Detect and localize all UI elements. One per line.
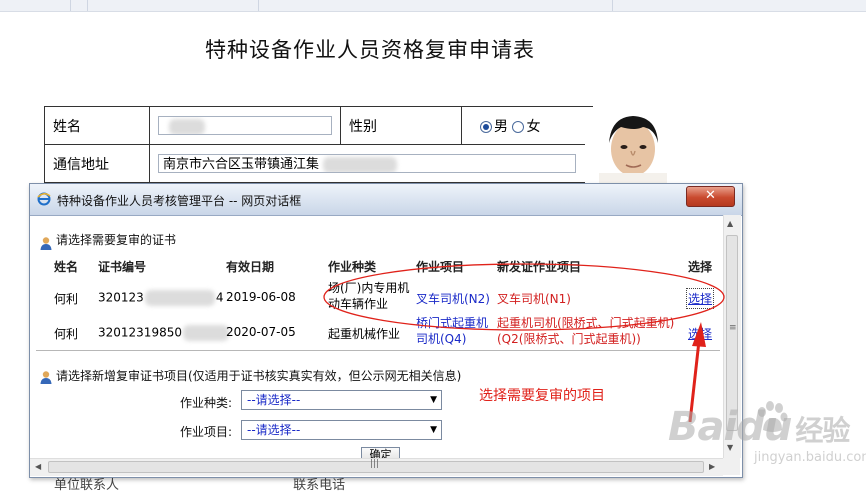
item-select-label: 作业项目: xyxy=(180,425,233,439)
web-dialog: 特种设备作业人员考核管理平台 -- 网页对话框 ✕ 请选择需要复审的证书 姓名 … xyxy=(29,183,743,478)
row2-cert-prefix: 32012319850 xyxy=(98,325,182,340)
col-header-new-item: 新发证作业项目 xyxy=(497,260,582,274)
address-value: 南京市六合区玉带镇通江集 xyxy=(163,157,320,172)
dialog-close-button[interactable]: ✕ xyxy=(686,186,735,207)
row1-item: 叉车司机(N2) xyxy=(416,292,490,306)
row1-cert-suffix: 4 xyxy=(215,290,224,305)
category-select-value: --请选择-- xyxy=(247,393,301,407)
col-header-valid-date: 有效日期 xyxy=(226,260,275,274)
row2-valid-date: 2020-07-05 xyxy=(226,325,296,339)
browser-top-strip xyxy=(0,0,866,12)
item-select-value: --请选择-- xyxy=(247,423,301,437)
address-label-cell: 通信地址 xyxy=(44,144,150,183)
row2-cert-no: 32012319850 xyxy=(98,325,229,341)
col-header-name: 姓名 xyxy=(54,260,79,274)
col-header-cert-no: 证书编号 xyxy=(98,260,147,274)
gender-label-cell: 性别 xyxy=(340,106,462,145)
user-icon xyxy=(40,237,52,250)
gender-female-radio[interactable] xyxy=(512,120,525,133)
row1-cert-no: 320123 4 xyxy=(98,290,223,306)
col-header-select: 选择 xyxy=(688,260,713,274)
row1-name: 何利 xyxy=(54,292,79,306)
annotation-text: 选择需要复审的项目 xyxy=(479,388,605,404)
gender-label: 性别 xyxy=(349,118,377,135)
row1-category: 场(厂)内专用机动车辆作业 xyxy=(328,281,410,311)
gender-value-cell: 男 女 xyxy=(461,106,593,145)
strip-divider xyxy=(70,0,71,11)
address-label: 通信地址 xyxy=(53,156,109,173)
row2-category: 起重机械作业 xyxy=(328,327,401,341)
name-value-cell xyxy=(149,106,341,145)
section-select-cert-label: 请选择需要复审的证书 xyxy=(56,233,177,247)
row2-item: 桥门式起重机司机(Q4) xyxy=(416,316,489,346)
chevron-down-icon: ▼ xyxy=(430,395,437,405)
strip-divider xyxy=(612,0,613,11)
redacted-name xyxy=(169,118,205,134)
ie-icon xyxy=(37,192,51,206)
category-select-label: 作业种类: xyxy=(180,396,233,410)
chevron-down-icon: ▼ xyxy=(430,425,437,435)
col-header-item: 作业项目 xyxy=(416,260,465,274)
row2-new-item: 起重机司机(限桥式、门式起重机)(Q2(限桥式、门式起重机)) xyxy=(497,316,675,346)
watermark-url: jingyan.baidu.com xyxy=(754,450,866,465)
name-label: 姓名 xyxy=(53,118,81,135)
strip-divider xyxy=(258,0,259,11)
scroll-grip-icon: ≡ xyxy=(729,323,737,333)
name-label-cell: 姓名 xyxy=(44,106,150,145)
section-add-cert-label: 请选择新增复审证书项目(仅适用于证书核实真实有效，但公示网无相关信息) xyxy=(56,369,462,383)
dialog-titlebar[interactable]: 特种设备作业人员考核管理平台 -- 网页对话框 ✕ xyxy=(30,184,742,216)
watermark-brand: Baidu 经验 xyxy=(668,404,850,450)
row1-valid-date: 2019-06-08 xyxy=(226,290,296,304)
phone-label: 联系电话 xyxy=(293,478,346,493)
baidu-watermark: Baidu 经验 jingyan.baidu.com xyxy=(668,398,866,478)
address-input[interactable]: 南京市六合区玉带镇通江集 xyxy=(158,154,576,173)
row1-cert-prefix: 320123 xyxy=(98,290,144,305)
page-title: 特种设备作业人员资格复审申请表 xyxy=(205,38,535,62)
scroll-left-icon[interactable]: ◀ xyxy=(35,462,41,471)
gender-female-label: 女 xyxy=(526,118,541,135)
redacted-address xyxy=(323,156,398,172)
row1-new-item: 叉车司机(N1) xyxy=(497,292,571,306)
redacted-cert xyxy=(182,325,229,341)
contact-label: 单位联系人 xyxy=(54,478,120,493)
row2-name: 何利 xyxy=(54,327,79,341)
name-input[interactable] xyxy=(158,116,332,135)
row2-select-link[interactable]: 选择 xyxy=(688,325,712,342)
user-icon xyxy=(40,371,52,384)
redacted-cert xyxy=(144,290,215,306)
item-select[interactable]: --请选择-- ▼ xyxy=(241,420,442,440)
scroll-up-icon[interactable]: ▲ xyxy=(727,219,733,228)
row1-select-link[interactable]: 选择 xyxy=(685,288,715,309)
scroll-grip-icon: ||| xyxy=(370,459,380,469)
horizontal-scrollbar[interactable]: ◀ ||| ▶ xyxy=(30,458,723,476)
category-select[interactable]: --请选择-- ▼ xyxy=(241,390,442,410)
section-divider xyxy=(36,350,720,351)
dialog-title: 特种设备作业人员考核管理平台 -- 网页对话框 xyxy=(57,194,302,208)
gender-male-label: 男 xyxy=(494,118,508,135)
gender-male-radio[interactable] xyxy=(480,120,492,133)
applicant-photo xyxy=(585,107,681,184)
address-value-cell: 南京市六合区玉带镇通江集 xyxy=(149,144,593,183)
strip-divider xyxy=(87,0,88,11)
col-header-category: 作业种类 xyxy=(328,260,377,274)
